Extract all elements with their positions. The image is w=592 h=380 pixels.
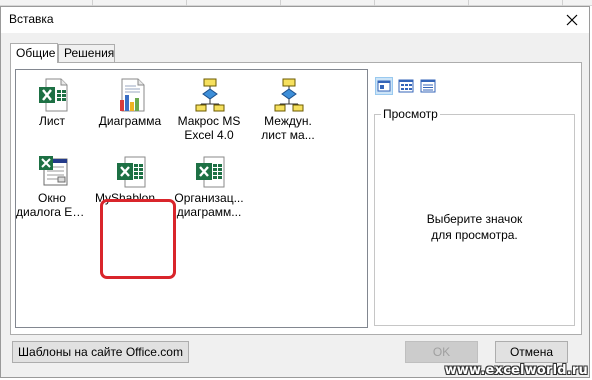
list-view-icon — [398, 79, 414, 93]
dialog-title: Вставка — [9, 12, 54, 26]
excel-template-icon — [117, 156, 146, 188]
list-item-dialog-sheet[interactable]: Окно диалога Exc... — [16, 155, 88, 225]
item-label: Лист — [38, 114, 66, 128]
list-item-myshablon[interactable]: MyShablon... — [94, 155, 166, 225]
list-item-macro[interactable]: Макрос MS Excel 4.0 — [173, 78, 245, 148]
list-item-sheet[interactable]: Лист — [16, 78, 88, 148]
item-label: Окно диалога Exc... — [16, 191, 88, 219]
preview-group: Просмотр Выберите значок для просмотра. — [374, 107, 575, 326]
insert-dialog: Вставка Общие Решения Лист Диаграмма Мак… — [0, 6, 590, 378]
list-view-button[interactable] — [397, 77, 415, 95]
list-item-chart[interactable]: Диаграмма — [94, 78, 166, 148]
list-item-intl-macro[interactable]: Междун. лист ма... — [252, 78, 324, 148]
tab-solutions[interactable]: Решения — [58, 44, 115, 63]
details-view-button[interactable] — [419, 77, 437, 95]
cancel-button[interactable]: Отмена — [495, 341, 568, 363]
macro-flowchart-icon — [195, 78, 225, 112]
tab-panel-general: Лист Диаграмма Макрос MS Excel 4.0 Между… — [10, 62, 582, 335]
large-icons-view-icon — [377, 80, 391, 92]
item-label: Диаграмма — [98, 114, 162, 128]
watermark-text: www.excelworld.ru — [444, 363, 588, 378]
preview-placeholder-text: Выберите значок для просмотра. — [426, 212, 523, 242]
item-label: MyShablon... — [94, 191, 166, 205]
item-label: Междун. лист ма... — [261, 114, 315, 142]
close-button[interactable] — [555, 7, 589, 33]
tab-general[interactable]: Общие — [10, 43, 58, 63]
template-icon-list[interactable]: Лист Диаграмма Макрос MS Excel 4.0 Между… — [15, 69, 368, 328]
item-label: Организац... диаграмм... — [174, 191, 244, 219]
large-icons-view-button[interactable] — [375, 77, 393, 95]
title-bar: Вставка — [1, 7, 589, 33]
excel-sheet-icon — [39, 78, 68, 112]
excel-template-icon — [196, 156, 225, 188]
list-item-org-chart[interactable]: Организац... диаграмм... — [173, 155, 245, 225]
chart-document-icon — [120, 78, 145, 112]
ok-button[interactable]: OK — [405, 341, 478, 363]
details-view-icon — [420, 79, 436, 93]
templates-online-button[interactable]: Шаблоны на сайте Office.com — [12, 341, 189, 363]
item-label: Макрос MS Excel 4.0 — [177, 114, 241, 142]
close-icon — [566, 14, 578, 26]
dialog-sheet-icon — [39, 156, 68, 186]
preview-caption: Просмотр — [381, 107, 440, 121]
intl-macro-flowchart-icon — [274, 78, 304, 112]
